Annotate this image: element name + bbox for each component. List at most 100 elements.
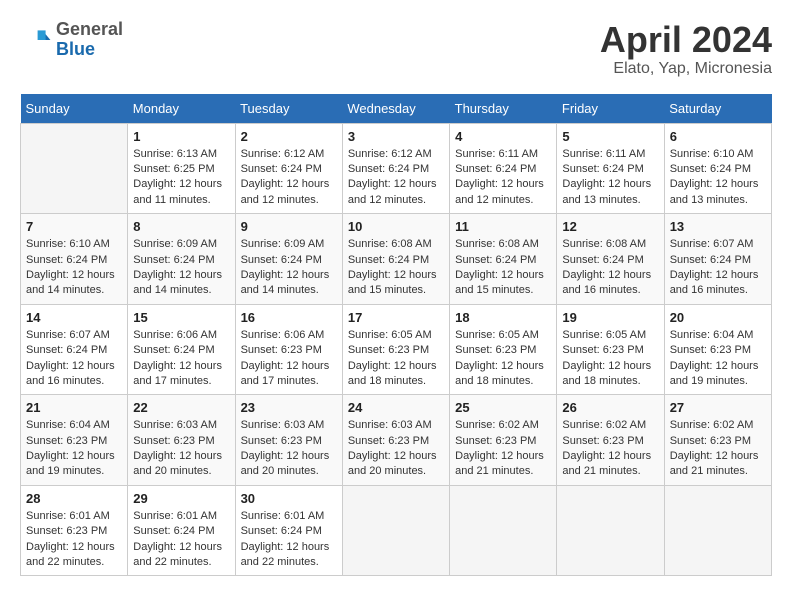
- day-number: 5: [562, 129, 658, 144]
- calendar-cell: 24 Sunrise: 6:03 AM Sunset: 6:23 PM Dayli…: [342, 395, 449, 486]
- day-info: Sunrise: 6:11 AM Sunset: 6:24 PM Dayligh…: [562, 147, 658, 209]
- calendar-cell: 17Sunrise: 6:05 AM Sunset: 6:23 PM Dayli…: [342, 304, 449, 395]
- calendar-cell: 28 Sunrise: 6:01 AM Sunset: 6:23 PM Dayli…: [21, 485, 128, 576]
- location: Elato, Yap, Micronesia: [600, 60, 772, 78]
- day-number: 21: [26, 400, 122, 415]
- day-number: 6: [670, 129, 766, 144]
- logo: General Blue: [20, 20, 123, 60]
- weekday-monday: Monday: [128, 94, 235, 124]
- calendar-cell: 16 Sunrise: 6:06 AM Sunset: 6:23 PM Dayli…: [235, 304, 342, 395]
- day-number: 17: [348, 310, 444, 325]
- day-info: Sunrise: 6:02 AM Sunset: 6:23 PM Dayligh…: [562, 418, 658, 480]
- weekday-tuesday: Tuesday: [235, 94, 342, 124]
- calendar-cell: 12 Sunrise: 6:08 AM Sunset: 6:24 PM Dayli…: [557, 214, 664, 305]
- weekday-thursday: Thursday: [450, 94, 557, 124]
- day-info: Sunrise: 6:08 AM Sunset: 6:24 PM Dayligh…: [562, 237, 658, 299]
- calendar-cell: 29Sunrise: 6:01 AM Sunset: 6:24 PM Dayli…: [128, 485, 235, 576]
- day-number: 18: [455, 310, 551, 325]
- week-row-4: 21 Sunrise: 6:04 AM Sunset: 6:23 PM Dayli…: [21, 395, 772, 486]
- day-info: Sunrise: 6:02 AM Sunset: 6:23 PM Dayligh…: [455, 418, 551, 480]
- day-info: Sunrise: 6:12 AM Sunset: 6:24 PM Dayligh…: [241, 147, 337, 209]
- day-number: 27: [670, 400, 766, 415]
- calendar-cell: 20Sunrise: 6:04 AM Sunset: 6:23 PM Dayli…: [664, 304, 771, 395]
- month-title: April 2024: [600, 20, 772, 60]
- logo-blue-text: Blue: [56, 40, 123, 60]
- calendar-cell: 25 Sunrise: 6:02 AM Sunset: 6:23 PM Dayli…: [450, 395, 557, 486]
- calendar-cell: 7 Sunrise: 6:10 AM Sunset: 6:24 PM Daylig…: [21, 214, 128, 305]
- day-info: Sunrise: 6:05 AM Sunset: 6:23 PM Dayligh…: [562, 328, 658, 390]
- day-info: Sunrise: 6:01 AM Sunset: 6:24 PM Dayligh…: [133, 509, 229, 571]
- calendar-cell: [557, 485, 664, 576]
- day-number: 2: [241, 129, 337, 144]
- week-row-5: 28 Sunrise: 6:01 AM Sunset: 6:23 PM Dayli…: [21, 485, 772, 576]
- day-number: 13: [670, 219, 766, 234]
- logo-general-text: General: [56, 20, 123, 40]
- calendar-table: SundayMondayTuesdayWednesdayThursdayFrid…: [20, 94, 772, 577]
- day-info: Sunrise: 6:07 AM Sunset: 6:24 PM Dayligh…: [670, 237, 766, 299]
- day-info: Sunrise: 6:08 AM Sunset: 6:24 PM Dayligh…: [348, 237, 444, 299]
- day-number: 1: [133, 129, 229, 144]
- day-number: 19: [562, 310, 658, 325]
- day-info: Sunrise: 6:11 AM Sunset: 6:24 PM Dayligh…: [455, 147, 551, 209]
- day-info: Sunrise: 6:03 AM Sunset: 6:23 PM Dayligh…: [348, 418, 444, 480]
- day-number: 14: [26, 310, 122, 325]
- day-info: Sunrise: 6:10 AM Sunset: 6:24 PM Dayligh…: [26, 237, 122, 299]
- day-info: Sunrise: 6:07 AM Sunset: 6:24 PM Dayligh…: [26, 328, 122, 390]
- calendar-cell: 8Sunrise: 6:09 AM Sunset: 6:24 PM Daylig…: [128, 214, 235, 305]
- day-number: 11: [455, 219, 551, 234]
- calendar-cell: 11 Sunrise: 6:08 AM Sunset: 6:24 PM Dayli…: [450, 214, 557, 305]
- day-info: Sunrise: 6:06 AM Sunset: 6:24 PM Dayligh…: [133, 328, 229, 390]
- day-info: Sunrise: 6:03 AM Sunset: 6:23 PM Dayligh…: [133, 418, 229, 480]
- day-number: 30: [241, 491, 337, 506]
- day-number: 16: [241, 310, 337, 325]
- calendar-cell: 15Sunrise: 6:06 AM Sunset: 6:24 PM Dayli…: [128, 304, 235, 395]
- calendar-cell: 14 Sunrise: 6:07 AM Sunset: 6:24 PM Dayli…: [21, 304, 128, 395]
- day-info: Sunrise: 6:02 AM Sunset: 6:23 PM Dayligh…: [670, 418, 766, 480]
- day-info: Sunrise: 6:01 AM Sunset: 6:23 PM Dayligh…: [26, 509, 122, 571]
- calendar-header: SundayMondayTuesdayWednesdayThursdayFrid…: [21, 94, 772, 124]
- day-info: Sunrise: 6:04 AM Sunset: 6:23 PM Dayligh…: [26, 418, 122, 480]
- week-row-2: 7 Sunrise: 6:10 AM Sunset: 6:24 PM Daylig…: [21, 214, 772, 305]
- day-number: 24: [348, 400, 444, 415]
- day-number: 10: [348, 219, 444, 234]
- calendar-cell: 27 Sunrise: 6:02 AM Sunset: 6:23 PM Dayli…: [664, 395, 771, 486]
- day-info: Sunrise: 6:05 AM Sunset: 6:23 PM Dayligh…: [455, 328, 551, 390]
- day-info: Sunrise: 6:03 AM Sunset: 6:23 PM Dayligh…: [241, 418, 337, 480]
- calendar-cell: [342, 485, 449, 576]
- day-info: Sunrise: 6:13 AM Sunset: 6:25 PM Dayligh…: [133, 147, 229, 209]
- day-number: 9: [241, 219, 337, 234]
- calendar-cell: 26 Sunrise: 6:02 AM Sunset: 6:23 PM Dayli…: [557, 395, 664, 486]
- day-number: 12: [562, 219, 658, 234]
- calendar-cell: 21 Sunrise: 6:04 AM Sunset: 6:23 PM Dayli…: [21, 395, 128, 486]
- day-info: Sunrise: 6:06 AM Sunset: 6:23 PM Dayligh…: [241, 328, 337, 390]
- calendar-cell: 18 Sunrise: 6:05 AM Sunset: 6:23 PM Dayli…: [450, 304, 557, 395]
- day-number: 4: [455, 129, 551, 144]
- page-header: General Blue April 2024 Elato, Yap, Micr…: [20, 20, 772, 78]
- calendar-body: 1 Sunrise: 6:13 AM Sunset: 6:25 PM Daylig…: [21, 123, 772, 576]
- logo-icon: [20, 24, 52, 56]
- day-info: Sunrise: 6:09 AM Sunset: 6:24 PM Dayligh…: [133, 237, 229, 299]
- day-number: 25: [455, 400, 551, 415]
- calendar-cell: [21, 123, 128, 214]
- weekday-wednesday: Wednesday: [342, 94, 449, 124]
- weekday-friday: Friday: [557, 94, 664, 124]
- weekday-saturday: Saturday: [664, 94, 771, 124]
- calendar-cell: 23 Sunrise: 6:03 AM Sunset: 6:23 PM Dayli…: [235, 395, 342, 486]
- day-number: 7: [26, 219, 122, 234]
- day-info: Sunrise: 6:04 AM Sunset: 6:23 PM Dayligh…: [670, 328, 766, 390]
- weekday-sunday: Sunday: [21, 94, 128, 124]
- day-info: Sunrise: 6:09 AM Sunset: 6:24 PM Dayligh…: [241, 237, 337, 299]
- calendar-cell: [450, 485, 557, 576]
- week-row-1: 1 Sunrise: 6:13 AM Sunset: 6:25 PM Daylig…: [21, 123, 772, 214]
- day-number: 28: [26, 491, 122, 506]
- calendar-cell: 6 Sunrise: 6:10 AM Sunset: 6:24 PM Daylig…: [664, 123, 771, 214]
- day-info: Sunrise: 6:01 AM Sunset: 6:24 PM Dayligh…: [241, 509, 337, 571]
- calendar-cell: [664, 485, 771, 576]
- day-info: Sunrise: 6:10 AM Sunset: 6:24 PM Dayligh…: [670, 147, 766, 209]
- day-number: 3: [348, 129, 444, 144]
- day-number: 23: [241, 400, 337, 415]
- calendar-cell: 30 Sunrise: 6:01 AM Sunset: 6:24 PM Dayli…: [235, 485, 342, 576]
- title-area: April 2024 Elato, Yap, Micronesia: [600, 20, 772, 78]
- day-number: 26: [562, 400, 658, 415]
- day-info: Sunrise: 6:08 AM Sunset: 6:24 PM Dayligh…: [455, 237, 551, 299]
